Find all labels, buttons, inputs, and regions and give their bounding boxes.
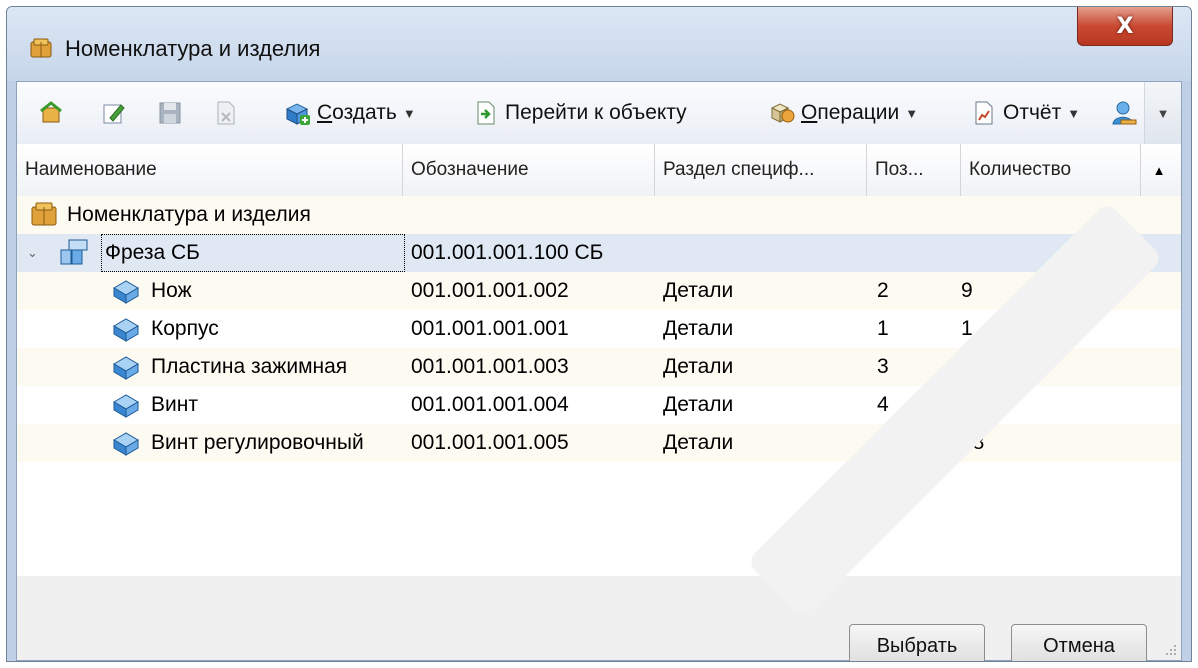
save-icon [159,102,181,124]
toolbar-overflow-button[interactable]: ▼ [1144,82,1181,144]
grid-header: Наименование Обозначение Раздел специф..… [17,144,1181,197]
title-bar[interactable]: Номенклатура и изделия X [7,7,1191,81]
column-header-name[interactable]: Наименование [17,144,403,196]
column-header-quantity[interactable]: Количество [961,144,1141,196]
table-row[interactable]: Нож 001.001.001.002 Детали 2 9 [17,272,1181,310]
delete-button[interactable] [213,98,245,128]
table-row[interactable]: Винт регулировочный 001.001.001.005 Дета… [17,424,1181,462]
assembly-name: Фреза СБ [101,234,405,272]
sort-arrow-icon[interactable]: ▲ [1137,144,1181,196]
home-button[interactable] [39,98,71,128]
part-position: 1 [877,317,889,340]
chevron-down-icon: ▼ [1156,105,1170,121]
column-header-section[interactable]: Раздел специф... [655,144,867,196]
part-icon [113,318,139,342]
dialog-window: Номенклатура и изделия X Создать ▼ Перей… [6,6,1192,662]
part-designation: 001.001.001.002 [411,279,569,302]
operations-menu[interactable]: Операции ▼ [769,98,918,128]
user-icon [1112,101,1137,125]
part-position: 2 [877,279,889,302]
part-name: Корпус [151,317,219,340]
column-header-designation[interactable]: Обозначение [403,144,655,196]
create-object-icon [285,103,310,125]
operations-icon [770,103,795,123]
dialog-footer: Выбрать Отмена [17,576,1181,661]
save-button[interactable] [157,98,189,128]
column-header-position[interactable]: Поз... [867,144,961,196]
part-designation: 001.001.001.001 [411,317,569,340]
cancel-button[interactable]: Отмена [1011,624,1147,661]
part-section: Детали [663,355,734,378]
user-button[interactable] [1111,98,1143,128]
part-section: Детали [663,317,734,340]
edit-button[interactable] [101,98,133,128]
part-position: 3 [877,355,889,378]
client-area: Создать ▼ Перейти к объекту Операции ▼ О… [16,81,1182,661]
chevron-down-icon: ▼ [905,105,919,121]
edit-icon [103,104,125,124]
select-button[interactable]: Выбрать [849,624,985,661]
operations-label: Операции [801,101,900,124]
table-row[interactable]: Винт 001.001.001.004 Детали 4 27 [17,386,1181,424]
resize-grip-icon[interactable] [1163,642,1177,656]
part-name: Нож [151,279,192,302]
tree-root-label: Номенклатура и изделия [67,203,311,226]
part-designation: 001.001.001.005 [411,431,569,454]
nomenclature-icon [30,38,52,58]
product-tree-grid: Наименование Обозначение Раздел специф..… [17,144,1181,577]
table-row[interactable]: Пластина зажимная 001.001.001.003 Детали… [17,348,1181,386]
home-icon [40,101,62,123]
part-designation: 001.001.001.004 [411,393,569,416]
part-section: Детали [663,279,734,302]
expander-icon[interactable]: ⌄ [27,246,41,260]
part-designation: 001.001.001.003 [411,355,569,378]
part-position: 5 [877,431,889,454]
goto-object-button[interactable]: Перейти к объекту [473,98,687,128]
part-name: Пластина зажимная [151,355,348,378]
tree-root-row[interactable]: Номенклатура и изделия [17,196,1181,234]
part-icon [113,432,139,456]
goto-object-label: Перейти к объекту [505,101,687,124]
chevron-down-icon: ▼ [402,105,416,121]
report-icon [975,101,993,125]
create-menu[interactable]: Создать ▼ [285,98,416,128]
part-position: 4 [877,393,889,416]
table-row[interactable]: Корпус 001.001.001.001 Детали 1 1 [17,310,1181,348]
part-quantity: 18 [961,431,985,454]
part-name: Винт [151,393,198,416]
assembly-icon [60,239,88,265]
window-title: Номенклатура и изделия [65,36,321,61]
part-icon [113,394,139,418]
part-section: Детали [663,393,734,416]
part-icon [113,280,139,304]
toolbar: Создать ▼ Перейти к объекту Операции ▼ О… [17,82,1181,145]
report-label: Отчёт [1003,101,1062,124]
delete-document-icon [217,101,235,125]
assembly-row[interactable]: ⌄ Фреза СБ 001.001.001.100 СБ [17,234,1181,272]
part-section: Детали [663,431,734,454]
close-button[interactable]: X [1077,7,1173,46]
nomenclature-icon [31,202,57,226]
report-menu[interactable]: Отчёт ▼ [971,98,1080,128]
part-icon [113,356,139,380]
goto-object-icon [477,101,495,125]
part-quantity: 9 [961,279,973,302]
part-quantity: 1 [961,317,973,340]
assembly-designation: 001.001.001.100 СБ [411,241,604,264]
create-menu-label: Создать [317,101,397,124]
part-quantity: 27 [961,393,985,416]
part-quantity: 9 [961,355,973,378]
chevron-down-icon: ▼ [1067,105,1081,121]
part-name: Винт регулировочный [151,431,364,454]
